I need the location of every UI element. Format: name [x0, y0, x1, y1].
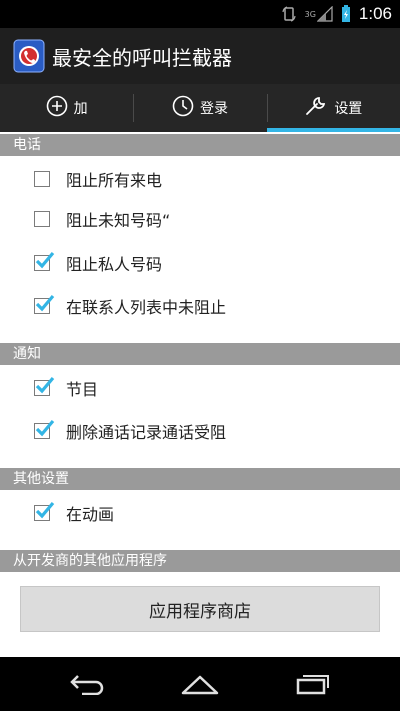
- status-bar: 3G 1:06: [0, 0, 400, 28]
- back-icon: [69, 675, 103, 695]
- home-button[interactable]: [170, 664, 230, 704]
- signal-icon: 3G: [305, 6, 333, 22]
- clock-time: 1:06: [358, 4, 392, 23]
- setting-label: 节目: [66, 380, 99, 399]
- setting-block-private[interactable]: 阻止私人号码: [0, 240, 400, 286]
- app-title: 最安全的呼叫拦截器: [52, 45, 232, 70]
- tab-settings[interactable]: 设置: [266, 84, 400, 132]
- checkbox-block-all-calls[interactable]: [34, 171, 50, 187]
- setting-label: 阻止私人号码: [66, 255, 163, 274]
- app-store-button[interactable]: 应用程序商店: [20, 586, 380, 632]
- tab-log[interactable]: 登录: [133, 84, 266, 132]
- clock-icon: [172, 95, 194, 121]
- back-button[interactable]: [57, 664, 117, 704]
- setting-block-unknown[interactable]: 阻止未知号码“: [0, 196, 400, 242]
- setting-label: 阻止所有来电: [66, 171, 163, 190]
- setting-label: 在联系人列表中未阻止: [66, 298, 227, 317]
- add-circle-icon: [46, 95, 68, 121]
- battery-icon: [341, 5, 351, 23]
- tab-label: 加: [73, 101, 88, 117]
- checkbox-delete-blocked-log[interactable]: [34, 419, 55, 439]
- tab-bar: 加 登录 设置: [0, 84, 400, 132]
- section-header-other: 其他设置: [0, 468, 400, 490]
- checkbox-block-unknown[interactable]: [34, 211, 50, 227]
- checkmark-icon: [35, 251, 55, 269]
- setting-delete-blocked-log[interactable]: 删除通话记录通话受阻: [0, 408, 400, 454]
- setting-unblock-contacts[interactable]: 在联系人列表中未阻止: [0, 283, 400, 329]
- section-header-notify: 通知: [0, 343, 400, 365]
- tab-add[interactable]: 加: [0, 84, 133, 132]
- rotate-icon: [281, 6, 297, 22]
- action-bar: 最安全的呼叫拦截器: [0, 28, 400, 84]
- tab-label: 登录: [199, 101, 228, 117]
- recent-apps-button[interactable]: [283, 664, 343, 704]
- checkbox-block-private[interactable]: [34, 251, 55, 271]
- checkbox-unblock-contacts[interactable]: [34, 294, 55, 314]
- checkmark-icon: [35, 419, 55, 437]
- setting-label: 阻止未知号码“: [66, 211, 171, 230]
- checkmark-icon: [35, 501, 55, 519]
- section-header-developer: 从开发商的其他应用程序: [0, 550, 400, 572]
- checkmark-icon: [35, 294, 55, 312]
- system-nav-bar: [0, 657, 400, 711]
- checkbox-animation[interactable]: [34, 501, 55, 521]
- setting-label: 删除通话记录通话受阻: [66, 423, 227, 442]
- section-header-phone: 电话: [0, 134, 400, 156]
- recent-apps-icon: [297, 675, 330, 695]
- setting-label: 在动画: [66, 505, 115, 524]
- setting-show-notification[interactable]: 节目: [0, 365, 400, 411]
- network-type: 3G: [304, 9, 316, 19]
- setting-animation[interactable]: 在动画: [0, 490, 400, 536]
- tab-label: 设置: [334, 101, 363, 117]
- checkmark-icon: [35, 376, 55, 394]
- checkbox-show-notification[interactable]: [34, 376, 55, 396]
- home-icon: [181, 675, 219, 695]
- app-logo-icon: [12, 38, 46, 74]
- wrench-icon: [304, 95, 328, 121]
